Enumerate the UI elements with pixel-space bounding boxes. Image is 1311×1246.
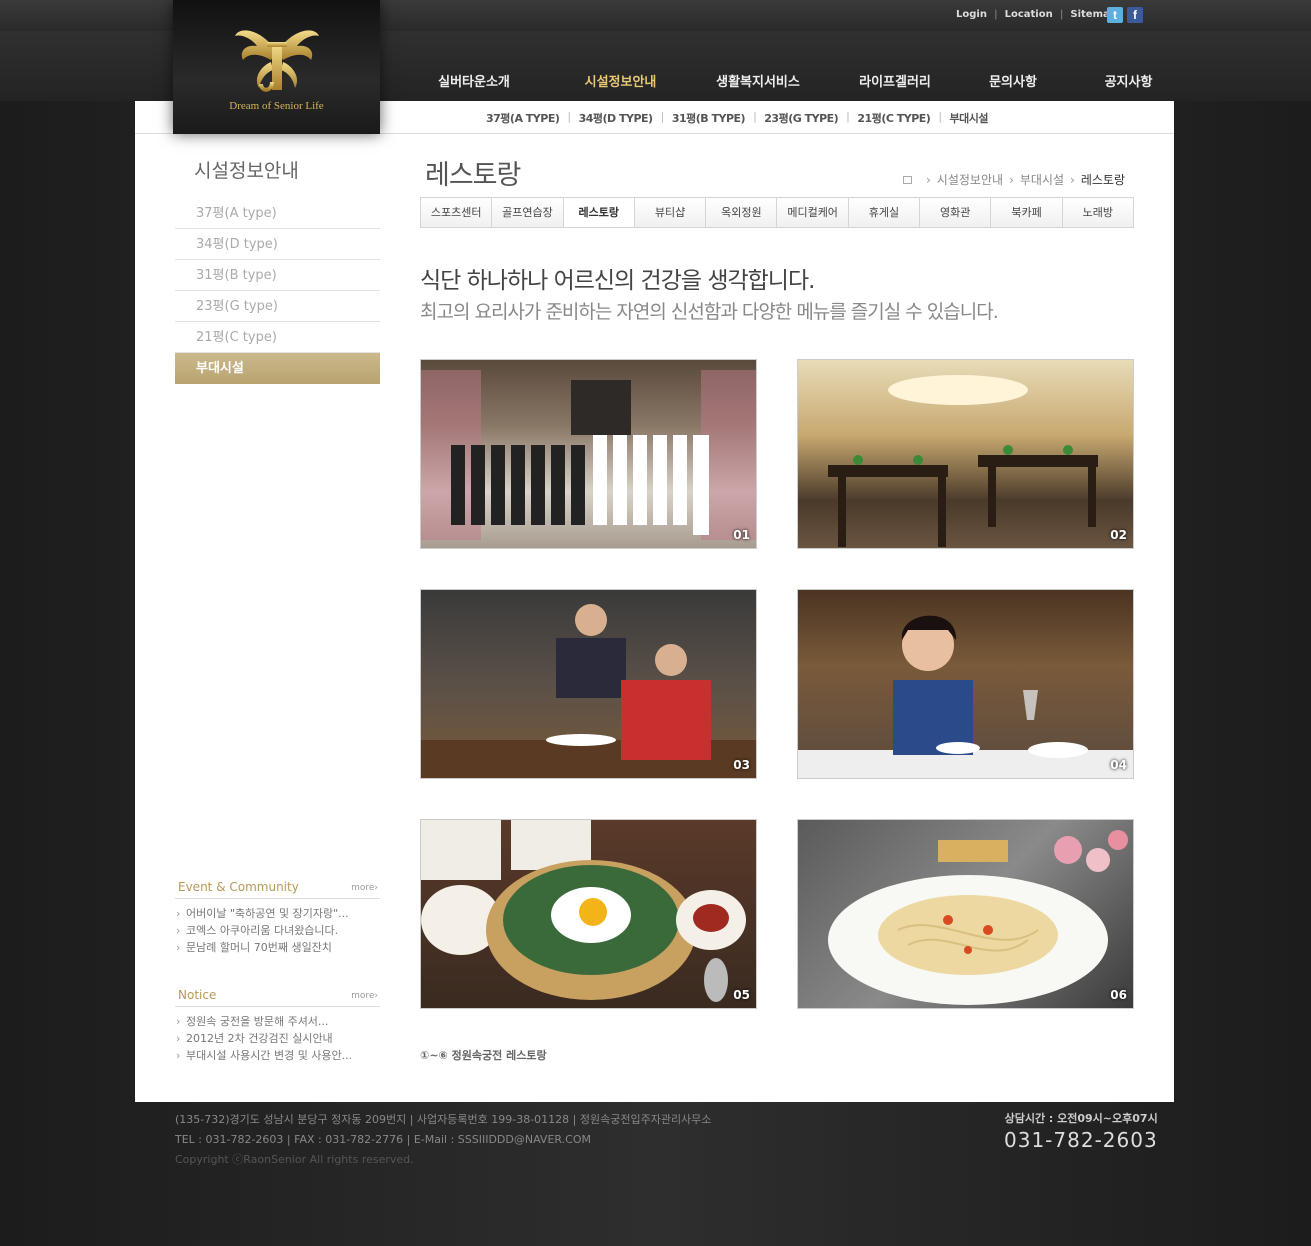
sidebar-item-31[interactable]: 31평(B type) bbox=[175, 260, 380, 291]
subnav-item-23[interactable]: 23평(G TYPE) bbox=[764, 110, 838, 126]
sidebar-item-37[interactable]: 37평(A type) bbox=[175, 198, 380, 229]
tab-sports[interactable]: 스포츠센터 bbox=[421, 198, 493, 227]
headline: 식단 하나하나 어르신의 건강을 생각합니다. bbox=[420, 268, 815, 294]
tab-garden[interactable]: 옥외정원 bbox=[706, 198, 778, 227]
social-links: t f bbox=[1107, 7, 1143, 23]
nav-item-facilities[interactable]: 시설정보안내 bbox=[530, 71, 711, 90]
divider: | bbox=[938, 110, 942, 123]
list-item[interactable]: 2012년 2차 건강검진 실시안내 bbox=[175, 1030, 380, 1047]
tab-medical[interactable]: 메디컬케어 bbox=[777, 198, 849, 227]
sidebar-title: 시설정보안내 bbox=[194, 160, 299, 182]
sidebar-menu: 37평(A type) 34평(D type) 31평(B type) 23평(… bbox=[175, 198, 380, 384]
divider: | bbox=[753, 110, 757, 123]
sidebar-item-amenities[interactable]: 부대시설 bbox=[175, 353, 380, 384]
logo[interactable]: Dream of Senior Life bbox=[173, 0, 380, 134]
tab-bookcafe[interactable]: 북카페 bbox=[991, 198, 1063, 227]
photo-pasta[interactable]: 06 bbox=[797, 819, 1134, 1009]
tab-golf[interactable]: 골프연습장 bbox=[492, 198, 564, 227]
page-title: 레스토랑 bbox=[425, 160, 521, 191]
list-item[interactable]: 정원속 궁전을 방문해 주셔서... bbox=[175, 1013, 380, 1030]
tab-beauty[interactable]: 뷰티샵 bbox=[635, 198, 707, 227]
main-nav: 실버타운소개 시설정보안내 생활복지서비스 라이프겔러리 문의사항 공지사항 bbox=[418, 71, 1216, 90]
divider: | bbox=[1059, 9, 1064, 20]
twitter-icon[interactable]: t bbox=[1107, 7, 1123, 23]
facility-tabs: 스포츠센터 골프연습장 레스토랑 뷰티샵 옥외정원 메디컬케어 휴게실 영화관 … bbox=[420, 197, 1134, 228]
tab-cinema[interactable]: 영화관 bbox=[920, 198, 992, 227]
location-link[interactable]: Location bbox=[1005, 9, 1053, 20]
footer-contact: TEL : 031-782-2603 | FAX : 031-782-2776 … bbox=[175, 1133, 591, 1146]
event-title: Event & Community bbox=[178, 880, 299, 894]
consult-box: 상담시간 : 오전09시~오후07시 031-782-2603 bbox=[1004, 1110, 1158, 1152]
subnav-item-37[interactable]: 37평(A TYPE) bbox=[486, 110, 560, 126]
utility-nav: Login | Location | Sitemap bbox=[956, 9, 1117, 20]
woman-illustration bbox=[798, 615, 1133, 778]
photo-number: 05 bbox=[733, 988, 750, 1002]
login-link[interactable]: Login bbox=[956, 9, 987, 20]
subnav-item-31[interactable]: 31평(B TYPE) bbox=[672, 110, 746, 126]
divider: | bbox=[993, 9, 998, 20]
photo-number: 02 bbox=[1110, 528, 1127, 542]
list-item[interactable]: 문남례 할머니 70번째 생일잔치 bbox=[175, 939, 380, 956]
staff-illustration bbox=[421, 370, 756, 540]
bibimbap-illustration bbox=[421, 820, 746, 1002]
footer-copyright: Copyright ⓒRaonSenior All rights reserve… bbox=[175, 1153, 414, 1166]
nav-item-intro[interactable]: 실버타운소개 bbox=[418, 71, 530, 90]
sidebar-item-34[interactable]: 34평(D type) bbox=[175, 229, 380, 260]
chevron-right-icon: › bbox=[1070, 172, 1075, 187]
subnav-item-amenities[interactable]: 부대시설 bbox=[950, 110, 989, 126]
sidebar-item-23[interactable]: 23평(G type) bbox=[175, 291, 380, 322]
nav-item-gallery[interactable]: 라이프겔러리 bbox=[805, 71, 985, 90]
nav-item-inquiry[interactable]: 문의사항 bbox=[985, 71, 1041, 90]
photo-staff[interactable]: 01 bbox=[420, 359, 757, 549]
divider: | bbox=[846, 110, 850, 123]
photo-number: 01 bbox=[733, 528, 750, 542]
consult-phone: 031-782-2603 bbox=[1004, 1128, 1158, 1152]
breadcrumb-item[interactable]: 시설정보안내 bbox=[937, 171, 1003, 188]
photo-number: 06 bbox=[1110, 988, 1127, 1002]
toast-illustration bbox=[421, 604, 756, 778]
consult-hours: 상담시간 : 오전09시~오후07시 bbox=[1004, 1112, 1158, 1125]
breadcrumb-item[interactable]: 부대시설 bbox=[1020, 171, 1064, 188]
notice-title: Notice bbox=[178, 988, 217, 1002]
photo-number: 03 bbox=[733, 758, 750, 772]
subheadline: 최고의 요리사가 준비하는 자연의 신선함과 다양한 메뉴를 즐기실 수 있습니… bbox=[420, 301, 999, 323]
subnav-item-34[interactable]: 34평(D TYPE) bbox=[579, 110, 654, 126]
logo-tagline: Dream of Senior Life bbox=[229, 100, 324, 112]
photo-woman[interactable]: 04 bbox=[797, 589, 1134, 779]
tab-karaoke[interactable]: 노래방 bbox=[1063, 198, 1133, 227]
footer-address: (135-732)경기도 성남시 분당구 정자동 209번지 | 사업자등록번호… bbox=[175, 1113, 712, 1126]
sidebar-item-21[interactable]: 21평(C type) bbox=[175, 322, 380, 353]
notice-box: Notice more› 정원속 궁전을 방문해 주셔서... 2012년 2차… bbox=[175, 988, 380, 1064]
list-item[interactable]: 부대시설 사용시간 변경 및 사용안... bbox=[175, 1047, 380, 1064]
breadcrumb: › 시설정보안내 › 부대시설 › 레스토랑 bbox=[902, 171, 1125, 188]
home-icon[interactable] bbox=[902, 175, 912, 184]
breadcrumb-current: 레스토랑 bbox=[1080, 173, 1125, 187]
butterfly-logo-icon bbox=[235, 30, 319, 92]
subnav-item-21[interactable]: 21평(C TYPE) bbox=[857, 110, 930, 126]
facebook-icon[interactable]: f bbox=[1127, 7, 1143, 23]
divider: | bbox=[660, 110, 665, 123]
tab-restaurant[interactable]: 레스토랑 bbox=[563, 198, 635, 227]
photo-bibimbap[interactable]: 05 bbox=[420, 819, 757, 1009]
photo-dining-hall[interactable]: 02 bbox=[797, 359, 1134, 549]
chevron-right-icon: › bbox=[925, 172, 931, 187]
nav-item-welfare[interactable]: 생활복지서비스 bbox=[711, 71, 805, 90]
chevron-right-icon: › bbox=[1009, 172, 1014, 187]
content-area: 37평(A TYPE) | 34평(D TYPE) | 31평(B TYPE) | 2… bbox=[135, 101, 1174, 1102]
event-box: Event & Community more› 어버이날 "축하공연 및 장기자… bbox=[175, 880, 380, 956]
list-item[interactable]: 어버이날 "축하공연 및 장기자랑"... bbox=[175, 905, 380, 922]
photo-toast[interactable]: 03 bbox=[420, 589, 757, 779]
nav-item-notice[interactable]: 공지사항 bbox=[1041, 71, 1216, 90]
tab-lounge[interactable]: 휴게실 bbox=[849, 198, 921, 227]
photo-caption: ①~⑥ 정원속궁전 레스토랑 bbox=[420, 1049, 547, 1062]
event-more-button[interactable]: more› bbox=[351, 883, 378, 893]
divider: | bbox=[567, 110, 571, 123]
list-item[interactable]: 코엑스 아쿠아리움 다녀왔습니다. bbox=[175, 922, 380, 939]
footer: (135-732)경기도 성남시 분당구 정자동 209번지 | 사업자등록번호… bbox=[175, 1110, 711, 1170]
notice-more-button[interactable]: more› bbox=[351, 991, 378, 1001]
photo-number: 04 bbox=[1110, 758, 1127, 772]
pasta-illustration bbox=[828, 830, 1128, 1005]
dining-hall-illustration bbox=[828, 375, 1098, 547]
